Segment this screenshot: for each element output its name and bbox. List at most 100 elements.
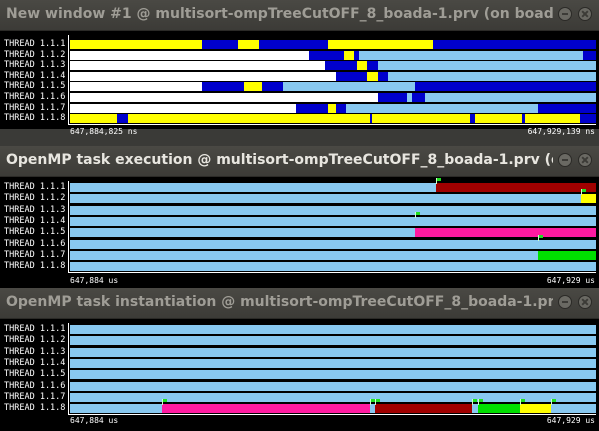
state-segment	[117, 114, 128, 124]
state-segment	[70, 250, 539, 260]
state-segment	[70, 194, 582, 204]
thread-timeline-track[interactable]	[70, 381, 596, 391]
close-button[interactable]	[578, 295, 592, 309]
state-segment	[414, 82, 596, 92]
thread-timeline-track[interactable]	[70, 189, 596, 204]
state-segment	[70, 347, 596, 357]
timeline-view[interactable]: THREAD 1.1.1 THREAD 1.1.2 THREAD 1.1.3 THRE…	[0, 177, 599, 289]
state-segment	[70, 183, 436, 192]
state-segment	[162, 404, 370, 414]
state-segment	[359, 50, 370, 60]
state-segment	[375, 404, 473, 414]
thread-timeline-track[interactable]	[70, 347, 596, 357]
thread-timeline-track[interactable]	[70, 234, 596, 249]
event-flag-icon	[369, 399, 375, 406]
thread-label: THREAD 1.1.4	[4, 70, 66, 81]
thread-timeline-track[interactable]	[70, 392, 596, 402]
state-segment	[388, 71, 596, 81]
state-segment	[327, 40, 433, 49]
event-flag-icon	[519, 399, 525, 406]
thread-timeline-track[interactable]	[70, 82, 596, 92]
state-segment	[327, 103, 336, 113]
window-title: New window #1 @ multisort-ompTreeCutOFF_…	[6, 6, 553, 22]
thread-timeline-track[interactable]	[70, 336, 596, 346]
thread-timeline-track[interactable]	[70, 325, 596, 334]
thread-label: THREAD 1.1.2	[4, 193, 66, 204]
state-segment	[127, 114, 370, 124]
thread-label: THREAD 1.1.2	[4, 335, 66, 346]
state-segment	[283, 82, 415, 92]
thread-timeline-track[interactable]	[70, 114, 596, 124]
event-flag-icon	[414, 211, 420, 218]
thread-label: THREAD 1.1.6	[4, 92, 66, 102]
window-title: OpenMP task execution @ multisort-ompTre…	[6, 152, 553, 168]
thread-timeline-track[interactable]	[70, 211, 596, 226]
state-segment	[477, 404, 520, 414]
state-segment	[335, 71, 368, 81]
minimize-button[interactable]	[558, 153, 572, 167]
thread-label: THREAD 1.1.1	[4, 182, 66, 192]
axis-start-label: 647,884 us	[70, 416, 119, 425]
timeline-view[interactable]: THREAD 1.1.1 THREAD 1.1.2 THREAD 1.1.3 THRE…	[0, 319, 599, 431]
thread-timeline-track[interactable]	[70, 50, 596, 60]
state-segment	[70, 228, 415, 238]
state-segment	[414, 228, 596, 238]
state-segment	[435, 183, 596, 192]
window-titlebar[interactable]: New window #1 @ multisort-ompTreeCutOFF_…	[0, 0, 599, 31]
thread-timeline-track[interactable]	[70, 228, 596, 238]
state-segment	[519, 404, 552, 414]
event-flag-icon	[477, 399, 483, 406]
state-segment	[377, 61, 596, 71]
thread-timeline-track[interactable]	[70, 71, 596, 81]
state-segment	[369, 50, 583, 60]
state-segment	[243, 82, 262, 92]
thread-timeline-track[interactable]	[70, 103, 596, 113]
thread-timeline-track[interactable]	[70, 250, 596, 260]
state-segment	[70, 40, 202, 49]
event-flag-icon	[581, 189, 587, 196]
thread-timeline-track[interactable]	[70, 61, 596, 71]
axis-y-line	[68, 35, 69, 125]
state-segment	[201, 82, 244, 92]
state-segment	[70, 392, 596, 402]
minimize-button[interactable]	[558, 295, 572, 309]
thread-label: THREAD 1.1.8	[4, 261, 66, 272]
axis-start-label: 647,884,825 ns	[70, 127, 138, 136]
thread-timeline-track[interactable]	[70, 262, 596, 272]
axis-x-line	[68, 414, 596, 415]
close-button[interactable]	[578, 7, 592, 21]
close-button[interactable]	[578, 153, 592, 167]
state-segment	[367, 71, 378, 81]
thread-timeline-track[interactable]	[70, 205, 596, 215]
timeline-view[interactable]: THREAD 1.1.1 THREAD 1.1.2 THREAD 1.1.3 THRE…	[0, 31, 599, 136]
thread-timeline-track[interactable]	[70, 178, 596, 192]
trace-window-2: OpenMP task execution @ multisort-ompTre…	[0, 146, 599, 289]
state-segment	[425, 93, 596, 102]
state-segment	[70, 205, 596, 215]
thread-timeline-track[interactable]	[70, 93, 596, 102]
window-title: OpenMP task instantiation @ multisort-om…	[6, 294, 553, 310]
window-titlebar[interactable]: OpenMP task instantiation @ multisort-om…	[0, 288, 599, 319]
thread-label: THREAD 1.1.6	[4, 380, 66, 391]
state-segment	[346, 103, 539, 113]
axis-end-label: 647,929,139 ns	[527, 127, 595, 136]
state-segment	[335, 103, 347, 113]
thread-timeline-track[interactable]	[70, 399, 596, 414]
thread-timeline-track[interactable]	[70, 358, 596, 368]
axis-x-line	[68, 272, 596, 273]
thread-label: THREAD 1.1.4	[4, 215, 66, 226]
event-flag-icon	[551, 399, 557, 406]
state-segment	[377, 93, 407, 102]
minimize-button[interactable]	[558, 7, 572, 21]
event-flag-icon	[375, 399, 381, 406]
axis-start-label: 647,884 us	[70, 276, 119, 285]
state-segment	[70, 239, 596, 249]
thread-label: THREAD 1.1.4	[4, 357, 66, 368]
state-segment	[259, 40, 328, 49]
thread-timeline-track[interactable]	[70, 370, 596, 380]
thread-timeline-track[interactable]	[70, 40, 596, 49]
window-titlebar[interactable]: OpenMP task execution @ multisort-ompTre…	[0, 146, 599, 177]
state-segment	[70, 82, 202, 92]
axis-y-line	[68, 181, 69, 273]
thread-label: THREAD 1.1.5	[4, 81, 66, 92]
